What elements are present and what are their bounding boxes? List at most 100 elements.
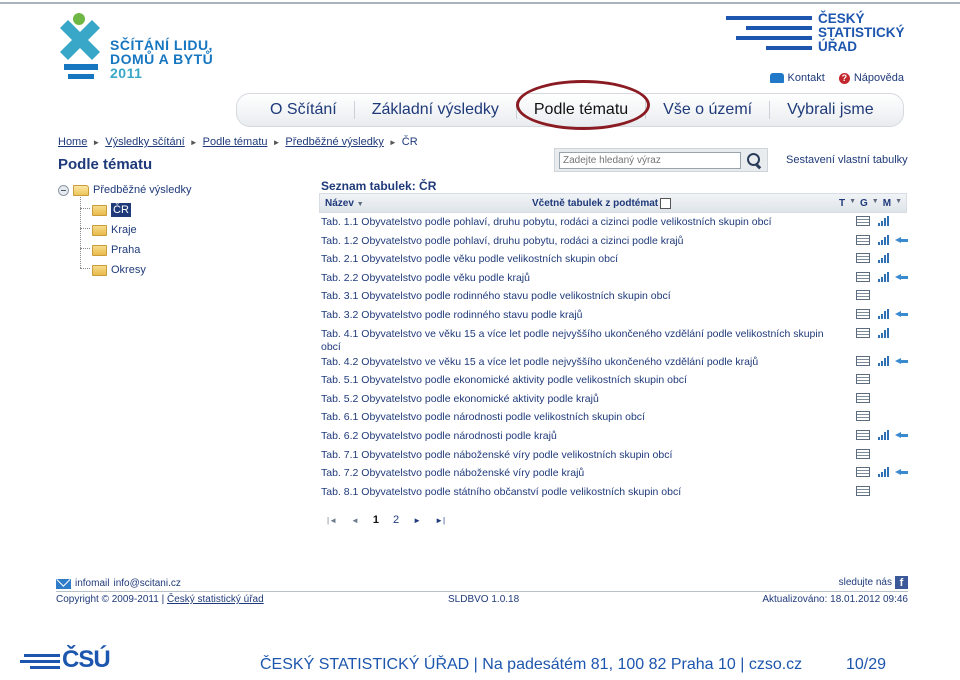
table-row[interactable]: Tab. 8.1 Obyvatelstvo podle státního obč… [321,484,907,503]
table-row[interactable]: Tab. 5.2 Obyvatelstvo podle ekonomické a… [321,391,907,410]
tree-item[interactable]: Praha [92,240,191,260]
table-row-link[interactable]: Tab. 6.1 Obyvatelstvo podle národnosti p… [321,411,837,424]
table-row-link[interactable]: Tab. 7.1 Obyvatelstvo podle náboženské v… [321,449,837,462]
table-row-link[interactable]: Tab. 1.1 Obyvatelstvo podle pohlaví, dru… [321,216,837,229]
table-row[interactable]: Tab. 1.1 Obyvatelstvo podle pohlaví, dru… [321,214,907,233]
facebook-icon[interactable]: f [895,576,908,589]
follow-us[interactable]: sledujte nás f [839,576,908,589]
tree-item[interactable]: ČR [92,200,191,220]
table-icon[interactable] [856,216,870,226]
table-row[interactable]: Tab. 7.2 Obyvatelstvo podle náboženské v… [321,465,908,484]
table-icon[interactable] [856,448,870,459]
graph-icon[interactable] [878,327,890,338]
phone-icon [769,73,784,83]
table-row-link[interactable]: Tab. 3.2 Obyvatelstvo podle rodinného st… [321,309,837,322]
column-g[interactable]: G [860,198,868,209]
last-page-icon[interactable]: ►| [435,516,445,525]
breadcrumb-item[interactable]: Předběžné výsledky [285,136,383,148]
table-row-link[interactable]: Tab. 2.1 Obyvatelstvo podle věku podle v… [321,253,837,266]
table-icon[interactable] [856,392,870,403]
contact-link[interactable]: Kontakt [769,72,825,84]
column-name-header[interactable]: Název ▼ [325,198,364,209]
table-row-link[interactable]: Tab. 5.2 Obyvatelstvo podle ekonomické a… [321,393,837,406]
table-row[interactable]: Tab. 4.1 Obyvatelstvo ve věku 15 a více … [321,326,907,354]
infomail-link[interactable]: info@scitani.cz [113,578,180,589]
map-arrow-icon[interactable] [895,310,908,318]
nav-tab-2[interactable]: Podle tématu [517,101,647,119]
breadcrumb-item[interactable]: Podle tématu [203,136,268,148]
column-t[interactable]: T [839,198,845,209]
table-icon[interactable] [856,253,870,264]
table-icon[interactable] [856,485,870,496]
table-icon[interactable] [856,467,870,478]
map-arrow-icon[interactable] [895,431,908,439]
table-icon[interactable] [856,429,870,440]
table-row-link[interactable]: Tab. 4.1 Obyvatelstvo ve věku 15 a více … [321,328,837,354]
graph-icon[interactable] [878,355,890,366]
tree-item[interactable]: Okresy [92,260,191,280]
search-input[interactable] [559,151,741,169]
nav-tab-0[interactable]: O Sčítání [253,101,355,119]
table-row[interactable]: Tab. 2.2 Obyvatelstvo podle věku podle k… [321,270,908,289]
graph-icon[interactable] [878,234,890,245]
org-link[interactable]: Český statistický úřad [167,594,264,605]
nav-tab-4[interactable]: Vybrali jsme [770,101,891,119]
table-icon[interactable] [856,271,870,282]
table-row[interactable]: Tab. 7.1 Obyvatelstvo podle náboženské v… [321,447,907,466]
breadcrumb-item[interactable]: Home [58,136,87,148]
table-row-link[interactable]: Tab. 7.2 Obyvatelstvo podle náboženské v… [321,467,837,480]
table-row-link[interactable]: Tab. 8.1 Obyvatelstvo podle státního obč… [321,486,837,499]
table-row[interactable]: Tab. 5.1 Obyvatelstvo podle ekonomické a… [321,372,907,391]
row-format-icons [837,392,907,405]
table-icon[interactable] [856,327,870,338]
table-row-link[interactable]: Tab. 1.2 Obyvatelstvo podle pohlaví, dru… [321,235,837,248]
graph-icon[interactable] [878,216,890,226]
graph-icon[interactable] [878,467,890,478]
include-subtopics[interactable]: Včetně tabulek z podtémat [532,198,672,209]
map-arrow-icon[interactable] [895,469,908,476]
table-icon[interactable] [856,290,870,301]
table-row-link[interactable]: Tab. 2.2 Obyvatelstvo podle věku podle k… [321,272,837,285]
graph-icon[interactable] [878,253,890,264]
nav-tab-3[interactable]: Vše o území [646,101,771,119]
table-icon[interactable] [856,411,870,422]
nav-tab-1[interactable]: Základní výsledky [355,101,517,119]
next-page-icon[interactable]: ► [413,516,421,525]
table-row[interactable]: Tab. 1.2 Obyvatelstvo podle pohlaví, dru… [321,233,908,252]
table-row-link[interactable]: Tab. 3.1 Obyvatelstvo podle rodinného st… [321,290,837,303]
table-row[interactable]: Tab. 3.1 Obyvatelstvo podle rodinného st… [321,288,907,307]
page-number[interactable]: 1 [373,514,379,526]
page-number[interactable]: 2 [393,514,399,526]
table-row-link[interactable]: Tab. 4.2 Obyvatelstvo ve věku 15 a více … [321,356,837,369]
collapse-icon[interactable] [58,184,69,196]
graph-icon[interactable] [878,308,890,319]
first-page-icon[interactable]: |◄ [327,516,337,525]
table-row[interactable]: Tab. 2.1 Obyvatelstvo podle věku podle v… [321,251,907,270]
table-row-link[interactable]: Tab. 5.1 Obyvatelstvo podle ekonomické a… [321,374,837,387]
help-link[interactable]: ? Nápověda [838,72,904,84]
graph-icon[interactable] [878,429,890,440]
map-arrow-icon[interactable] [895,357,908,365]
breadcrumb-item[interactable]: Výsledky sčítání [105,136,184,148]
table-row-link[interactable]: Tab. 6.2 Obyvatelstvo podle národnosti p… [321,430,837,443]
column-m[interactable]: M [883,198,891,209]
table-icon[interactable] [856,308,870,319]
include-subtopics-checkbox[interactable] [660,198,672,209]
table-row[interactable]: Tab. 6.2 Obyvatelstvo podle národnosti p… [321,428,908,447]
map-arrow-icon[interactable] [895,236,908,244]
graph-icon[interactable] [878,271,890,282]
custom-tables-link[interactable]: Sestavení vlastní tabulky [786,154,908,166]
tree-item[interactable]: Kraje [92,220,191,240]
search-icon[interactable] [745,151,763,169]
prev-page-icon[interactable]: ◄ [351,516,359,525]
slide-page-number: 10/29 [846,656,887,673]
tree-guide-tick [80,208,90,209]
table-icon[interactable] [856,355,870,366]
tree-root[interactable]: Předběžné výsledky [58,180,191,200]
table-row[interactable]: Tab. 4.2 Obyvatelstvo ve věku 15 a více … [321,354,908,373]
table-icon[interactable] [856,234,870,245]
table-icon[interactable] [856,374,870,385]
map-arrow-icon[interactable] [895,273,908,281]
table-row[interactable]: Tab. 6.1 Obyvatelstvo podle národnosti p… [321,409,907,428]
table-row[interactable]: Tab. 3.2 Obyvatelstvo podle rodinného st… [321,307,908,326]
